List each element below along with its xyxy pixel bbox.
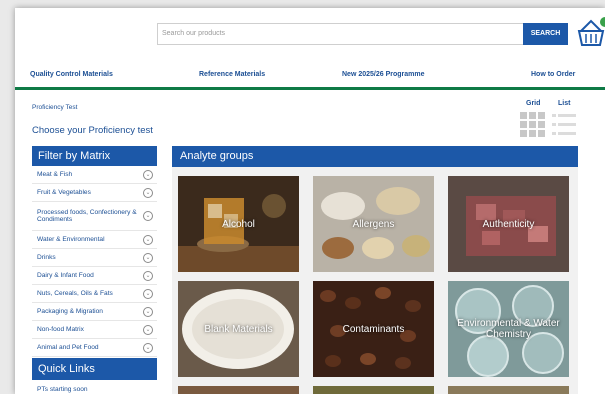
page: Search our products SEARCH Quality Contr… [15,8,605,394]
nav-divider [15,87,605,90]
tile-alcohol[interactable]: Alcohol [178,176,299,272]
chevron-down-icon[interactable]: ⌄ [143,270,153,281]
chevron-down-icon[interactable]: ⌄ [143,306,153,317]
main-nav: Quality Control Materials Reference Mate… [15,71,605,85]
tile-label: Authenticity [482,218,535,230]
filter-item-label: Meat & Fish [37,170,73,178]
filter-item-non-food[interactable]: Non-food Matrix ⌄ [32,321,157,339]
filter-item-nuts[interactable]: Nuts, Cereals, Oils & Fats ⌄ [32,285,157,303]
list-view-icon[interactable] [552,112,578,138]
filter-item-processed-foods[interactable]: Processed foods, Confectionery & Condime… [32,202,157,231]
search-button[interactable]: SEARCH [523,23,568,45]
filter-item-animal-pet[interactable]: Animal and Pet Food ⌄ [32,339,157,357]
filter-item-label: Nuts, Cereals, Oils & Fats [37,289,113,297]
chevron-down-icon[interactable]: ⌄ [143,169,153,180]
tile-allergens[interactable]: Allergens [313,176,434,272]
search-input[interactable]: Search our products [157,23,525,45]
tile-label: Environmental & Water Chemistry [457,318,560,340]
basket-count-badge [600,17,605,27]
matrix-filter-list: Meat & Fish ⌄ Fruit & Vegetables ⌄ Process… [32,166,157,357]
nav-how-to-order[interactable]: How to Order [531,71,575,78]
chevron-down-icon[interactable]: ⌄ [143,324,153,335]
tile-label: Alcohol [222,218,255,230]
chevron-down-icon[interactable]: ⌄ [143,342,153,353]
filter-item-label: Dairy & Infant Food [37,271,94,279]
analyte-groups-heading: Analyte groups [172,146,578,167]
filter-item-label: Packaging & Migration [37,307,103,315]
grid-view-icon[interactable] [520,112,546,138]
quick-link-pts-starting-soon[interactable]: PTs starting soon [37,386,88,393]
grid-view-label[interactable]: Grid [526,100,540,107]
quick-links-heading: Quick Links [32,358,157,380]
filter-item-packaging[interactable]: Packaging & Migration ⌄ [32,303,157,321]
filter-item-dairy[interactable]: Dairy & Infant Food ⌄ [32,267,157,285]
filter-item-label: Processed foods, Confectionery & Condime… [37,208,137,224]
filter-item-water[interactable]: Water & Environmental ⌄ [32,231,157,249]
tile-label: Allergens [352,218,395,230]
chevron-down-icon[interactable]: ⌄ [143,288,153,299]
chevron-down-icon[interactable]: ⌄ [143,234,153,245]
filter-item-drinks[interactable]: Drinks ⌄ [32,249,157,267]
tile-contaminants[interactable]: Contaminants [313,281,434,377]
tile-partial[interactable] [313,386,434,394]
tile-partial[interactable] [178,386,299,394]
nav-reference-materials[interactable]: Reference Materials [199,71,265,78]
tile-blank-materials[interactable]: Blank Materials [178,281,299,377]
filter-item-label: Animal and Pet Food [37,343,99,351]
tile-environmental-water[interactable]: Environmental & Water Chemistry [448,281,569,377]
chevron-down-icon[interactable]: ⌄ [143,187,153,198]
tile-label: Blank Materials [204,323,273,335]
filter-item-label: Fruit & Vegetables [37,188,91,196]
filter-item-label: Non-food Matrix [37,325,84,333]
filter-heading: Filter by Matrix [32,146,157,166]
breadcrumb[interactable]: Proficiency Test [32,104,77,111]
filter-item-label: Drinks [37,253,56,261]
tile-authenticity[interactable]: Authenticity [448,176,569,272]
nav-new-programme[interactable]: New 2025/26 Programme [342,71,425,78]
filter-item-fruit-veg[interactable]: Fruit & Vegetables ⌄ [32,184,157,202]
page-title: Choose your Proficiency test [32,125,153,136]
tile-partial[interactable] [448,386,569,394]
filter-item-label: Water & Environmental [37,235,105,243]
nav-quality-control[interactable]: Quality Control Materials [30,71,113,78]
chevron-down-icon[interactable]: ⌄ [143,211,153,221]
chevron-down-icon[interactable]: ⌄ [143,252,153,263]
filter-item-meat-fish[interactable]: Meat & Fish ⌄ [32,166,157,184]
tile-label: Contaminants [342,323,405,335]
list-view-label[interactable]: List [558,100,570,107]
